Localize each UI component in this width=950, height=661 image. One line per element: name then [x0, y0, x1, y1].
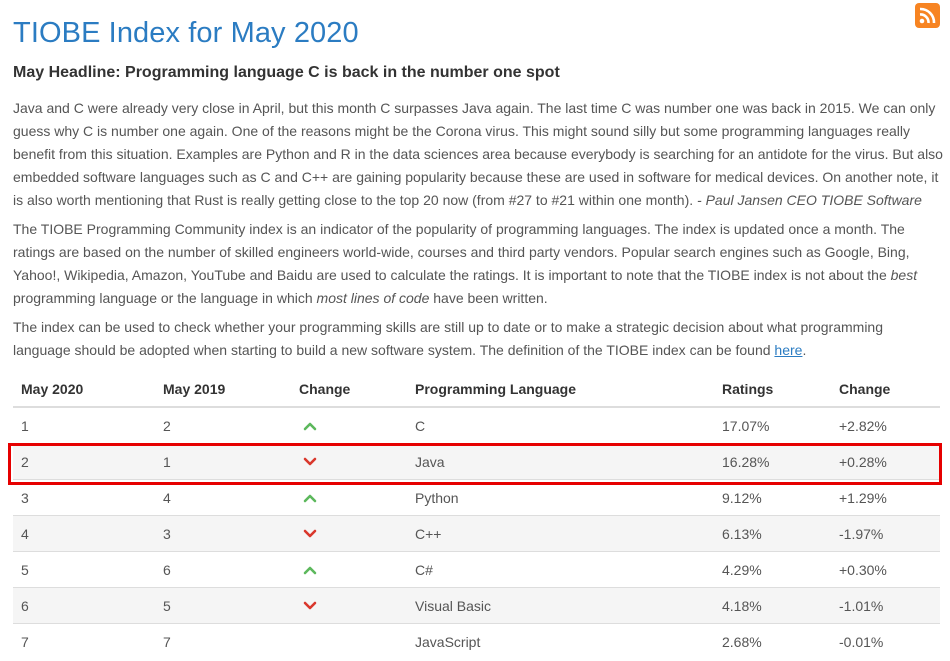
- header-may-2020: May 2020: [13, 371, 155, 408]
- table-row: 3 4 Python 9.12% +1.29%: [13, 479, 940, 516]
- rating-cell: 2.68%: [714, 623, 831, 659]
- table-row: 7 7 JavaScript 2.68% -0.01%: [13, 623, 940, 659]
- rating-cell: 4.18%: [714, 587, 831, 624]
- header-change: Change: [291, 371, 407, 408]
- change-arrow-cell: [291, 479, 407, 516]
- language-cell: Java: [407, 443, 714, 480]
- description-text-3: have been written.: [429, 290, 548, 306]
- table-row: 1 2 C 17.07% +2.82%: [13, 406, 940, 444]
- rating-cell: 16.28%: [714, 443, 831, 480]
- usage-paragraph: The index can be used to check whether y…: [13, 316, 943, 362]
- change-arrow-cell: [291, 623, 407, 659]
- author-signature: - Paul Jansen CEO TIOBE Software: [697, 192, 922, 208]
- description-text-1: The TIOBE Programming Community index is…: [13, 221, 910, 283]
- arrow-down-icon: [303, 529, 317, 537]
- emphasis-best: best: [890, 267, 918, 283]
- usage-text: The index can be used to check whether y…: [13, 319, 883, 358]
- rating-change-cell: -1.01%: [831, 587, 940, 624]
- language-cell: Python: [407, 479, 714, 516]
- rating-cell: 6.13%: [714, 515, 831, 552]
- intro-paragraph: Java and C were already very close in Ap…: [13, 97, 943, 212]
- rank-2020-cell: 4: [13, 515, 155, 552]
- rss-feed-icon[interactable]: [915, 3, 940, 28]
- header-ratings: Ratings: [714, 371, 831, 408]
- arrow-up-icon: [303, 494, 317, 502]
- rank-2019-cell: 2: [155, 406, 291, 444]
- arrow-up-icon: [303, 566, 317, 574]
- table-body: 1 2 C 17.07% +2.82% 2 1 Java 16.28% +0.28% 3 4 Pytho…: [13, 406, 940, 659]
- rank-2020-cell: 1: [13, 406, 155, 444]
- headline: May Headline: Programming language C is …: [13, 64, 560, 81]
- usage-end: .: [802, 342, 807, 358]
- language-cell: Visual Basic: [407, 587, 714, 624]
- rating-cell: 17.07%: [714, 406, 831, 444]
- emphasis-lines-of-code: most lines of code: [316, 290, 430, 306]
- language-cell: JavaScript: [407, 623, 714, 659]
- rank-2020-cell: 5: [13, 551, 155, 588]
- rating-change-cell: +0.28%: [831, 443, 940, 480]
- rank-2020-cell: 3: [13, 479, 155, 516]
- rank-2019-cell: 4: [155, 479, 291, 516]
- table-row: 6 5 Visual Basic 4.18% -1.01%: [13, 587, 940, 624]
- table-row: 5 6 C# 4.29% +0.30%: [13, 551, 940, 588]
- language-cell: C#: [407, 551, 714, 588]
- header-language: Programming Language: [407, 371, 714, 408]
- ranking-table: May 2020 May 2019 Change Programming Lan…: [13, 371, 940, 659]
- rating-cell: 9.12%: [714, 479, 831, 516]
- header-rating-change: Change: [831, 371, 940, 408]
- change-arrow-cell: [291, 515, 407, 552]
- arrow-down-icon: [303, 457, 317, 465]
- rank-2019-cell: 5: [155, 587, 291, 624]
- rating-change-cell: +0.30%: [831, 551, 940, 588]
- language-cell: C++: [407, 515, 714, 552]
- rank-2019-cell: 7: [155, 623, 291, 659]
- index-description-paragraph: The TIOBE Programming Community index is…: [13, 218, 943, 310]
- rating-change-cell: +1.29%: [831, 479, 940, 516]
- rank-2020-cell: 2: [13, 443, 155, 480]
- description-text-2: programming language or the language in …: [13, 290, 317, 306]
- rating-change-cell: -1.97%: [831, 515, 940, 552]
- table-row: 4 3 C++ 6.13% -1.97%: [13, 515, 940, 552]
- table-header-row: May 2020 May 2019 Change Programming Lan…: [13, 371, 940, 408]
- change-arrow-cell: [291, 551, 407, 588]
- language-cell: C: [407, 406, 714, 444]
- definition-link[interactable]: here: [774, 342, 802, 358]
- change-arrow-cell: [291, 406, 407, 444]
- rank-2020-cell: 6: [13, 587, 155, 624]
- page-title: TIOBE Index for May 2020: [13, 17, 359, 49]
- arrow-down-icon: [303, 601, 317, 609]
- rank-2020-cell: 7: [13, 623, 155, 659]
- change-arrow-cell: [291, 443, 407, 480]
- rating-change-cell: +2.82%: [831, 406, 940, 444]
- rank-2019-cell: 6: [155, 551, 291, 588]
- header-may-2019: May 2019: [155, 371, 291, 408]
- rating-change-cell: -0.01%: [831, 623, 940, 659]
- arrow-up-icon: [303, 422, 317, 430]
- rank-2019-cell: 3: [155, 515, 291, 552]
- change-arrow-cell: [291, 587, 407, 624]
- rank-2019-cell: 1: [155, 443, 291, 480]
- table-row: 2 1 Java 16.28% +0.28%: [13, 443, 940, 480]
- rating-cell: 4.29%: [714, 551, 831, 588]
